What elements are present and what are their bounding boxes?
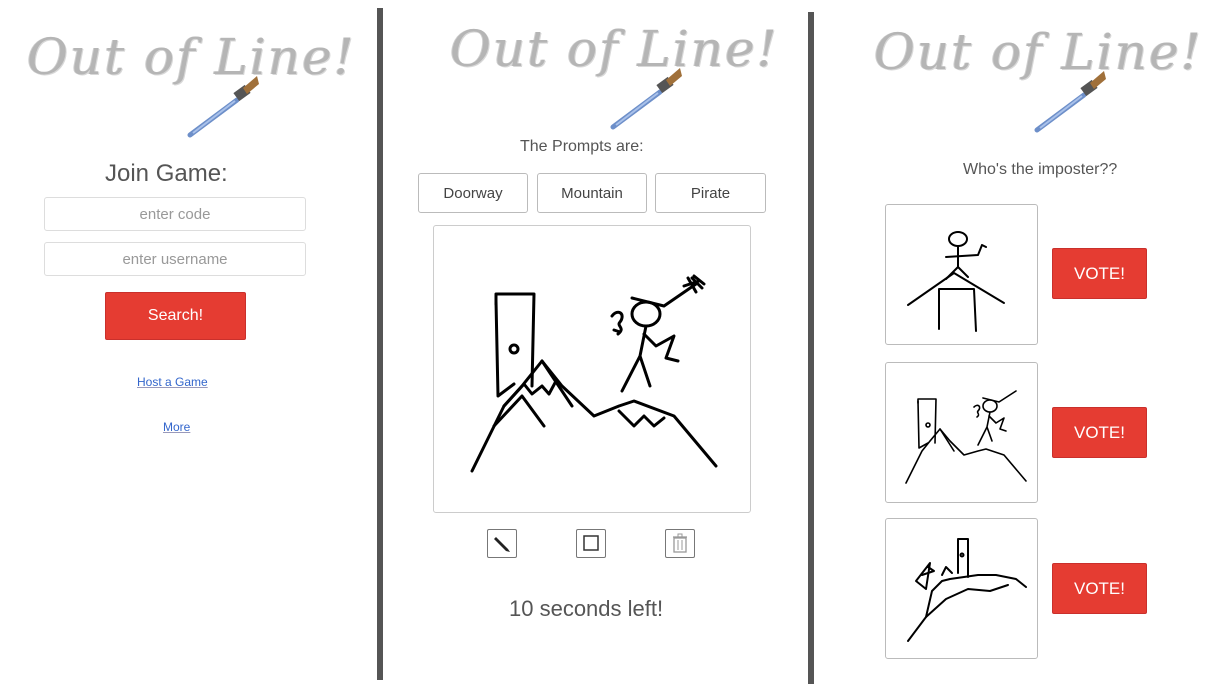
paintbrush-icon (187, 76, 259, 138)
imposter-question: Who's the imposter?? (963, 161, 1118, 178)
vote-button[interactable]: VOTE! (1052, 248, 1147, 299)
prompts-heading: The Prompts are: (520, 138, 644, 155)
paintbrush-icon (610, 68, 682, 130)
logo: Out of Line! (25, 20, 354, 145)
pencil-tool-button[interactable] (487, 529, 517, 558)
drawing-sketch (905, 390, 1027, 484)
drawing-canvas[interactable] (433, 225, 751, 513)
join-title: Join Game: (105, 160, 228, 187)
pencil-icon (494, 537, 510, 552)
logo: Out of Line! (872, 15, 1201, 140)
username-input[interactable] (44, 242, 306, 276)
trash-icon (673, 533, 687, 553)
logo: Out of Line! (448, 12, 777, 137)
drawing-thumbnail (885, 362, 1038, 503)
paintbrush-icon (1034, 71, 1106, 133)
panel-divider-left (377, 8, 383, 680)
countdown-timer: 10 seconds left! (509, 596, 664, 621)
vote-button[interactable]: VOTE! (1052, 563, 1147, 614)
vote-button[interactable]: VOTE! (1052, 407, 1147, 458)
square-icon (583, 535, 599, 551)
drawing-thumbnail (885, 518, 1038, 659)
drawing-sketch (470, 274, 718, 473)
search-button[interactable]: Search! (105, 292, 246, 340)
panel-divider-right (808, 12, 814, 684)
rectangle-tool-button[interactable] (576, 529, 606, 558)
prompt-doorway[interactable]: Doorway (418, 173, 528, 213)
clear-tool-button[interactable] (665, 529, 695, 558)
more-link[interactable]: More (163, 420, 190, 434)
drawing-sketch (907, 231, 1005, 332)
code-input[interactable] (44, 197, 306, 231)
drawing-thumbnail (885, 204, 1038, 345)
prompt-pirate[interactable]: Pirate (655, 173, 766, 213)
prompt-mountain[interactable]: Mountain (537, 173, 647, 213)
host-game-link[interactable]: Host a Game (137, 375, 208, 389)
drawing-sketch (907, 538, 1027, 642)
